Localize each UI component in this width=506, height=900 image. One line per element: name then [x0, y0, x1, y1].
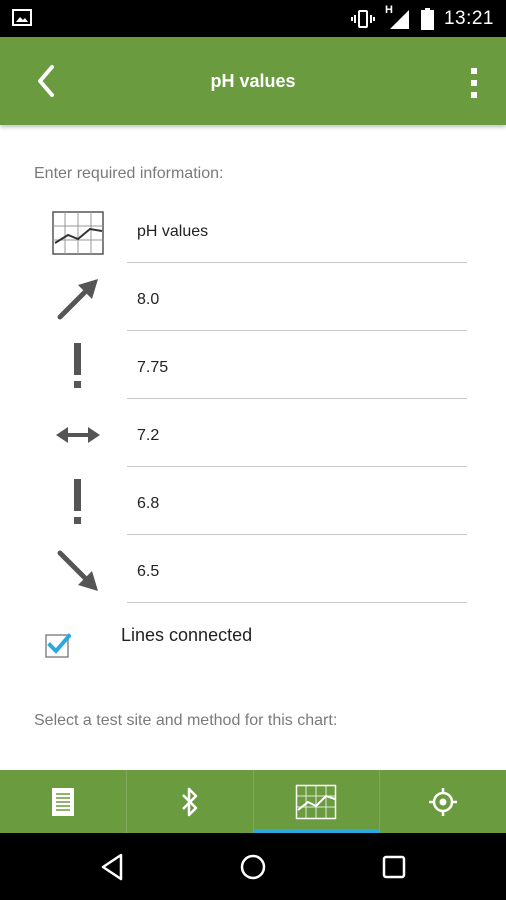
home-circle-icon[interactable] [237, 851, 269, 883]
exclamation-icon [74, 479, 81, 524]
back-triangle-icon[interactable] [97, 851, 129, 883]
bottom-nav [0, 770, 506, 833]
vibrate-icon [350, 9, 375, 28]
field-row-upper-warning [0, 339, 506, 399]
arrow-up-right-icon [57, 279, 98, 320]
double-arrow-horizontal-icon [56, 427, 100, 443]
page-title: pH values [210, 71, 296, 91]
site-method-prompt: Select a test site and method for this c… [34, 712, 338, 729]
signal-indicator: H [385, 4, 411, 30]
crosshair-icon [429, 787, 458, 816]
lower-warning-input[interactable] [137, 489, 457, 519]
field-row-chart-name [0, 203, 506, 263]
form-content: Enter required information: pH values 8.… [0, 125, 506, 770]
target-field[interactable] [127, 407, 467, 467]
document-icon [51, 787, 74, 816]
form-prompt: Enter required information: [34, 165, 224, 182]
field-row-lower-warning [0, 475, 506, 535]
upper-warning-field[interactable] [127, 339, 467, 399]
tab-bluetooth[interactable] [127, 770, 254, 833]
recents-square-icon[interactable] [378, 851, 410, 883]
lower-limit-input[interactable] [137, 557, 457, 587]
upper-limit-input[interactable] [137, 285, 457, 315]
exclamation-icon [74, 343, 81, 388]
lines-connected-row[interactable]: Lines connected [0, 620, 506, 670]
system-nav-bar [0, 833, 506, 900]
chart-name-input[interactable] [137, 217, 457, 247]
chart-name-field[interactable] [127, 203, 467, 263]
lower-limit-field[interactable] [127, 543, 467, 603]
lines-connected-checkbox[interactable] [45, 632, 71, 658]
arrow-down-right-icon [57, 550, 98, 591]
app-bar: pH values [0, 37, 506, 125]
battery-icon [420, 7, 434, 30]
bluetooth-icon [181, 787, 197, 816]
lines-connected-label: Lines connected [121, 625, 253, 645]
upper-limit-field[interactable] [127, 271, 467, 331]
tab-document[interactable] [0, 770, 127, 833]
target-input[interactable] [137, 421, 457, 451]
chart-icon [52, 211, 104, 255]
image-notification-icon [12, 9, 32, 26]
field-row-lower-limit [0, 543, 506, 603]
lower-warning-field[interactable] [127, 475, 467, 535]
field-row-upper-limit [0, 271, 506, 331]
clock: 13:21 [443, 7, 494, 29]
tab-chart[interactable] [253, 770, 381, 833]
chart-icon [296, 784, 337, 819]
signal-icon [389, 9, 409, 29]
status-bar: H 13:21 [0, 0, 506, 37]
field-row-target [0, 407, 506, 467]
overflow-menu-icon[interactable] [466, 67, 482, 99]
tab-location[interactable] [380, 770, 506, 833]
upper-warning-input[interactable] [137, 353, 457, 383]
